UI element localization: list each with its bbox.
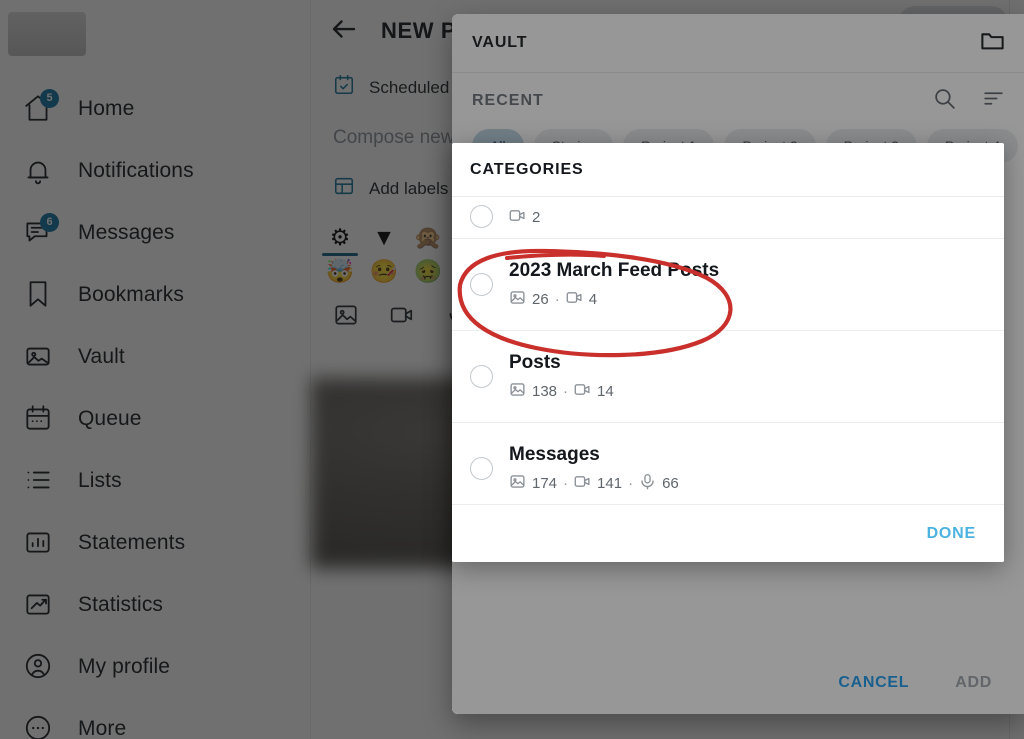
count-value: 138 [532,382,558,400]
count-separator: · [628,474,634,492]
count-group: 66 [639,473,679,494]
screen-root: 5HomeNotifications6MessagesBookmarksVaul… [0,0,1024,739]
count-group: 14 [574,381,614,402]
count-value: 26 [532,290,549,308]
video-icon [574,473,591,494]
count-group: 141 [574,473,622,494]
count-group: 2 [509,207,540,228]
category-counts: 26 · 4 [509,289,719,310]
count-group: 26 [509,289,549,310]
category-row-messages[interactable]: Messages 174 · 141 · 66 [452,423,1004,504]
video-icon [509,207,526,228]
category-counts: 138 · 14 [509,381,614,402]
category-counts: 2 [509,207,540,228]
category-radio[interactable] [470,205,493,228]
video-icon [574,381,591,402]
count-separator: · [554,290,560,308]
count-value: 141 [597,474,623,492]
image-icon [509,381,526,402]
count-value: 2 [532,209,541,226]
video-icon [566,289,583,310]
categories-list: 2 2023 March Feed Posts 26 · 4 Posts 138 · 14 Mes… [452,197,1004,504]
category-row-partial[interactable]: 2 [452,197,1004,239]
category-name: Messages [509,443,600,465]
category-counts: 174 · 141 · 66 [509,473,679,494]
count-value: 174 [532,474,558,492]
category-name: 2023 March Feed Posts [509,259,720,281]
categories-sheet-footer: DONE [452,504,1004,562]
count-separator: · [563,382,569,400]
count-value: 66 [662,474,679,492]
done-button[interactable]: DONE [927,525,976,543]
category-name: Posts [509,351,561,373]
count-group: 4 [566,289,597,310]
category-radio[interactable] [470,273,493,296]
category-row-posts[interactable]: Posts 138 · 14 [452,331,1004,423]
category-row-2023-march-feed-posts[interactable]: 2023 March Feed Posts 26 · 4 [452,239,1004,331]
count-group: 174 [509,473,557,494]
categories-sheet: CATEGORIES 2 2023 March Feed Posts 26 · 4 Pos… [452,143,1004,562]
audio-icon [639,473,656,494]
categories-sheet-title: CATEGORIES [452,143,1004,197]
count-separator: · [563,474,569,492]
image-icon [509,473,526,494]
image-icon [509,289,526,310]
count-group: 138 [509,381,557,402]
category-radio[interactable] [470,365,493,388]
count-value: 4 [588,290,598,308]
category-radio[interactable] [470,457,493,480]
count-value: 14 [597,382,614,400]
